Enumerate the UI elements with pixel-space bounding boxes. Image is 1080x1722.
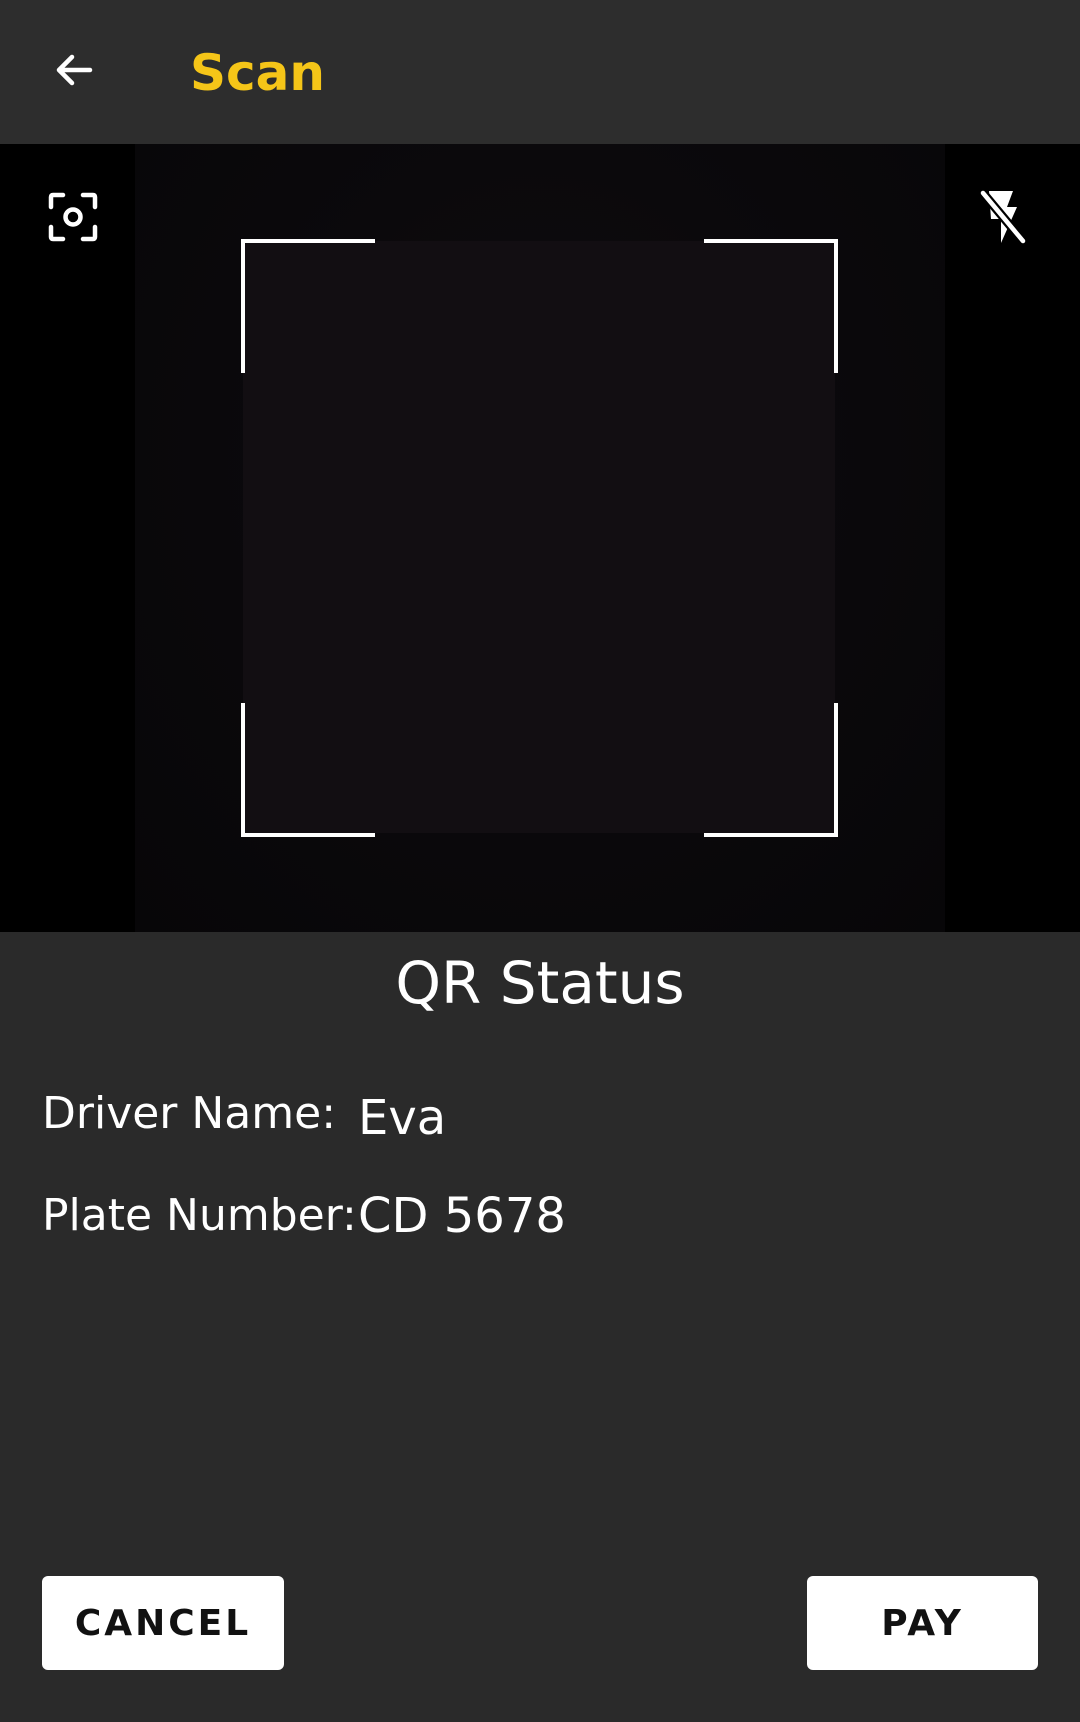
focus-button[interactable]: [37, 181, 109, 253]
focus-icon: [48, 192, 98, 242]
driver-name-label: Driver Name:: [42, 1088, 337, 1139]
plate-number-label: Plate Number:: [42, 1190, 357, 1241]
page-title: Scan: [190, 44, 325, 102]
cancel-button[interactable]: CANCEL: [42, 1576, 284, 1670]
scan-frame-corner-top-right: [704, 239, 838, 373]
app-bar: Scan: [0, 0, 1080, 144]
pay-button[interactable]: PAY: [807, 1576, 1038, 1670]
scan-frame-corner-bottom-right: [704, 703, 838, 837]
flash-off-icon: [979, 189, 1027, 245]
plate-number-value: CD 5678: [358, 1188, 566, 1244]
arrow-left-icon: [56, 54, 93, 86]
scan-frame-corner-bottom-left: [241, 703, 375, 837]
scan-frame-corner-top-left: [241, 239, 375, 373]
driver-name-value: Eva: [358, 1090, 447, 1146]
camera-preview[interactable]: [0, 144, 1080, 932]
qr-status-title: QR Status: [395, 949, 685, 1017]
back-button[interactable]: [38, 34, 110, 106]
flash-toggle-button[interactable]: [967, 181, 1039, 253]
